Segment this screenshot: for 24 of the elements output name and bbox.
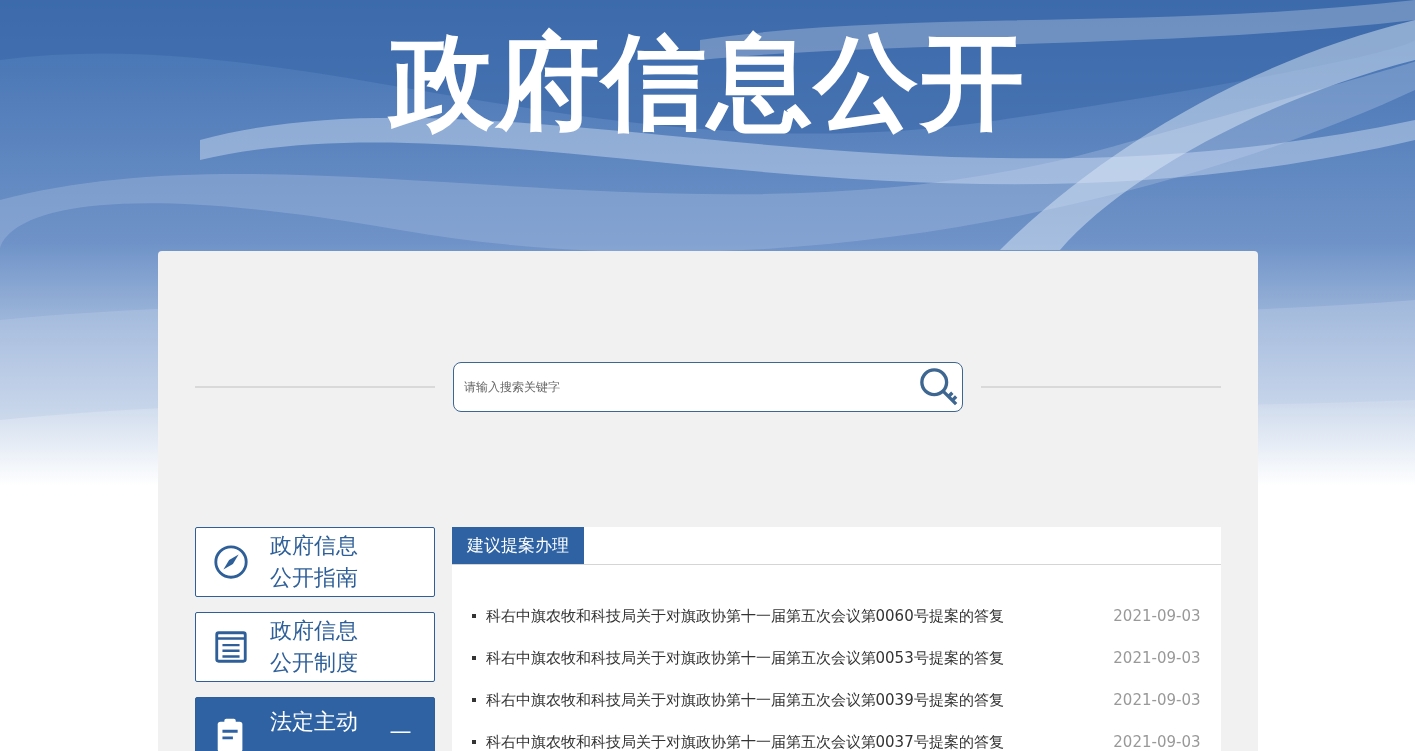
article-date: 2021-09-03	[1113, 691, 1201, 709]
search-field[interactable]: 请输入搜索关键字	[452, 362, 963, 412]
bullet-icon	[471, 614, 476, 618]
article-date: 2021-09-03	[1113, 649, 1201, 667]
sidebar-item-label: 法定主动	[269, 708, 358, 736]
article-link[interactable]: 科右中旗农牧和科技局关于对旗政协第十一届第五次会议第0053号提案的答复	[485, 648, 1114, 668]
collapse-toggle[interactable]: —	[389, 718, 412, 743]
article-link[interactable]: 科右中旗农牧和科技局关于对旗政协第十一届第五次会议第0039号提案的答复	[485, 690, 1114, 710]
bullet-icon	[471, 656, 476, 660]
article-link[interactable]: 科右中旗农牧和科技局关于对旗政协第十一届第五次会议第0060号提案的答复	[485, 606, 1114, 626]
sidebar-item-label: 政府信息 公开指南	[269, 532, 358, 592]
sidebar-item[interactable]: 政府信息 公开制度	[194, 612, 435, 682]
article-date: 2021-09-03	[1113, 733, 1201, 751]
compass-icon	[211, 543, 250, 581]
sidebar-item[interactable]: 政府信息 公开指南	[194, 527, 435, 597]
search-icon[interactable]	[918, 367, 959, 407]
article-date: 2021-09-03	[1113, 607, 1201, 625]
bullet-icon	[471, 740, 476, 744]
section-tab[interactable]: 建议提案办理	[451, 527, 584, 564]
bullet-icon	[471, 698, 476, 702]
article-link[interactable]: 科右中旗农牧和科技局关于对旗政协第十一届第五次会议第0037号提案的答复	[485, 732, 1114, 751]
sidebar-item-label: 政府信息 公开制度	[269, 617, 358, 677]
page-title: 政府信息公开	[387, 20, 1027, 142]
sidebar-item[interactable]: 法定主动 —	[194, 697, 435, 751]
